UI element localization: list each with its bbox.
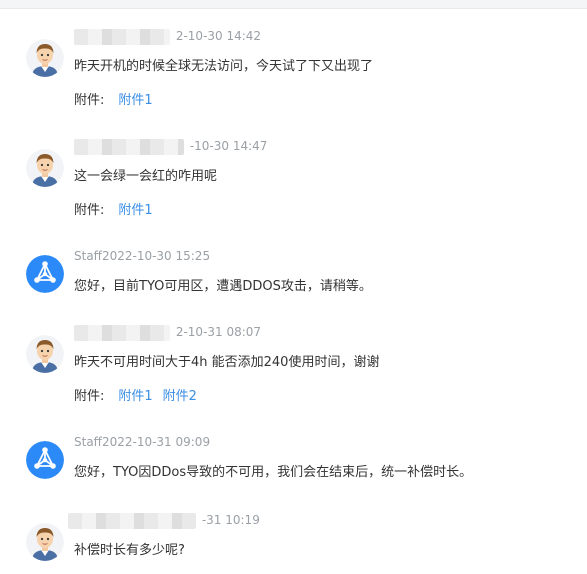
attachment-link[interactable]: 附件1 [118, 203, 152, 218]
attachment-link[interactable]: 附件1 [118, 389, 152, 404]
message-thread: 2-10-30 14:42 昨天开机的时候全球无法访问，今天试了下又出现了 附件… [0, 8, 587, 574]
message-meta: -10-30 14:47 [74, 137, 267, 155]
redacted-username [74, 324, 170, 341]
redacted-username [74, 138, 184, 155]
message-time: 2-10-30 14:42 [175, 29, 262, 43]
message-meta: 2-10-31 08:07 [74, 323, 261, 341]
attachments-label: 附件: [74, 203, 105, 218]
message-time: Staff2022-10-30 15:25 [74, 249, 211, 263]
user-avatar-icon [26, 523, 64, 561]
attachments-row: 附件: 附件1 [74, 91, 163, 111]
user-avatar-icon [26, 149, 64, 187]
attachments-label: 附件: [74, 93, 105, 108]
message-time: -31 10:19 [201, 513, 260, 527]
message-meta: Staff2022-10-31 09:09 [74, 433, 210, 451]
staff-avatar-icon [26, 255, 64, 293]
message-text: 您好，目前TYO可用区，遭遇DDOS攻击，请稍等。 [74, 279, 372, 294]
user-avatar-icon [26, 335, 64, 373]
redacted-username [68, 512, 196, 529]
attachments-row: 附件: 附件1 [74, 201, 163, 221]
attachments-row: 附件: 附件1 附件2 [74, 387, 207, 407]
attachment-link[interactable]: 附件1 [118, 93, 152, 108]
message-text: 昨天不可用时间大于4h 能否添加240使用时间，谢谢 [74, 355, 380, 370]
message-time: -10-30 14:47 [189, 139, 268, 153]
attachment-link[interactable]: 附件2 [163, 389, 197, 404]
message-time: Staff2022-10-31 09:09 [74, 435, 211, 449]
redacted-username [74, 28, 170, 45]
message-text: 补偿时长有多少呢? [74, 543, 185, 558]
staff-avatar-icon [26, 441, 64, 479]
message-meta: -31 10:19 [68, 511, 260, 529]
attachments-label: 附件: [74, 389, 105, 404]
message-meta: 2-10-30 14:42 [74, 27, 261, 45]
user-avatar-icon [26, 39, 64, 77]
message-time: 2-10-31 08:07 [175, 325, 262, 339]
message-meta: Staff2022-10-30 15:25 [74, 247, 210, 265]
message-text: 这一会绿一会红的咋用呢 [74, 169, 218, 184]
message-text: 您好，TYO因DDos导致的不可用，我们会在结束后，统一补偿时长。 [74, 465, 473, 480]
message-text: 昨天开机的时候全球无法访问，今天试了下又出现了 [74, 59, 374, 74]
